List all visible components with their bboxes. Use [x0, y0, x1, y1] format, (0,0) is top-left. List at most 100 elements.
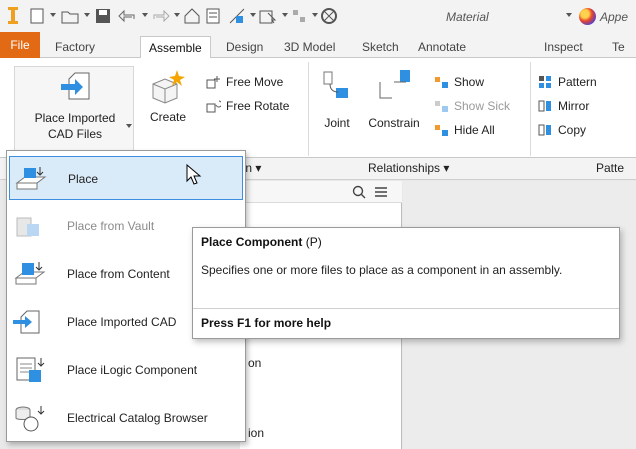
place-imported-icon [13, 310, 40, 334]
create-component-icon [152, 70, 185, 104]
place-imported-label-1: Place Imported [34, 111, 116, 125]
mirror-icon [538, 100, 551, 112]
hide-all-icon [435, 125, 448, 136]
free-rotate-icon [206, 100, 221, 113]
constrain-button[interactable]: Constrain [362, 66, 426, 136]
browser-header [240, 181, 402, 203]
ribbon-separator [530, 62, 531, 156]
mouse-cursor-icon [186, 164, 202, 185]
hide-all-label: Hide All [454, 123, 495, 137]
show-button[interactable]: Show [432, 72, 484, 92]
panel-relationships-label[interactable]: Relationships ▾ [368, 161, 449, 175]
place-imported-label-2: CAD Files [47, 127, 102, 141]
tooltip-divider [193, 308, 619, 309]
menu-item-label: Place iLogic Component [67, 363, 198, 377]
tooltip-title: Place Component [201, 235, 303, 249]
menu-item-label: Place from Content [67, 267, 170, 281]
vault-icon [16, 217, 39, 237]
sketch-icon[interactable] [290, 7, 308, 25]
inventor-logo-icon[interactable] [6, 4, 20, 26]
content-center-icon [14, 262, 46, 285]
cross-section-icon[interactable] [320, 7, 338, 25]
tab-file[interactable]: File [0, 32, 40, 58]
copy-icon [538, 124, 551, 136]
menu-item-place[interactable]: Place [9, 156, 243, 200]
sketch-dropdown-icon[interactable] [312, 13, 318, 17]
open-dropdown-icon[interactable] [84, 13, 90, 17]
place-imported-cad-button[interactable]: Place Imported CAD Files [14, 66, 134, 154]
menu-item-place-ilogic[interactable]: Place iLogic Component [9, 348, 243, 392]
ribbon-panel: Place Imported CAD Files Create Free Mov… [0, 58, 636, 158]
free-rotate-label: Free Rotate [226, 99, 290, 113]
quick-access-toolbar: Material Appe [0, 0, 636, 32]
browser-node-fragment[interactable]: on [248, 356, 261, 370]
pattern-label: Pattern [558, 75, 597, 89]
tab-3d-model[interactable]: 3D Model [276, 36, 343, 58]
tab-factory[interactable]: Factory [47, 36, 103, 58]
show-label: Show [454, 75, 485, 89]
place-imported-icon [61, 72, 90, 100]
hamburger-menu-icon[interactable] [374, 185, 388, 199]
ilogic-component-icon [16, 357, 45, 382]
constrain-icon [379, 70, 410, 99]
menu-item-label: Place Imported CAD [67, 315, 177, 329]
undo-dropdown-icon[interactable] [142, 13, 148, 17]
measure-dropdown-icon[interactable] [250, 13, 256, 17]
menu-item-electrical-catalog[interactable]: Electrical Catalog Browser [9, 396, 243, 440]
tooltip-title-row: Place Component (P) [201, 235, 322, 249]
menu-item-label: Place from Vault [67, 219, 155, 233]
appearance-value: Appe [600, 10, 629, 24]
hide-all-button[interactable]: Hide All [432, 120, 495, 140]
constrain-label: Constrain [368, 116, 420, 130]
copy-label: Copy [558, 123, 587, 137]
measure-icon[interactable] [228, 7, 246, 25]
material-select[interactable]: Material [440, 7, 560, 27]
tooltip-shortcut: (P) [305, 235, 322, 249]
home-icon[interactable] [183, 7, 201, 25]
joint-icon [323, 71, 348, 98]
free-rotate-button[interactable]: Free Rotate [204, 96, 289, 116]
browser-node-fragment[interactable]: ion [248, 426, 264, 440]
place-component-icon [15, 167, 47, 190]
create-label: Create [149, 110, 187, 124]
tab-sketch[interactable]: Sketch [354, 36, 407, 58]
copy-button[interactable]: Copy [536, 120, 586, 140]
show-sick-button: Show Sick [432, 96, 510, 116]
select-icon[interactable] [258, 7, 278, 25]
panel-pattern-label[interactable]: Patte [596, 161, 624, 175]
mirror-button[interactable]: Mirror [536, 96, 589, 116]
select-dropdown-icon[interactable] [282, 13, 288, 17]
tooltip-help: Press F1 for more help [201, 316, 332, 330]
tooltip-description: Specifies one or more files to place as … [201, 263, 563, 277]
mirror-label: Mirror [558, 99, 590, 113]
tab-annotate[interactable]: Annotate [410, 36, 474, 58]
create-button[interactable]: Create [143, 66, 193, 154]
tab-design[interactable]: Design [218, 36, 271, 58]
redo-dropdown-icon[interactable] [174, 13, 180, 17]
free-move-icon [206, 76, 220, 89]
electrical-catalog-icon [15, 406, 45, 432]
pattern-icon [539, 76, 551, 88]
redo-icon[interactable] [150, 7, 170, 25]
menu-item-label: Place [68, 172, 99, 186]
search-icon[interactable] [352, 185, 366, 199]
menu-item-label: Electrical Catalog Browser [67, 411, 208, 425]
tab-inspect[interactable]: Inspect [536, 36, 591, 58]
place-dropdown-icon[interactable] [126, 124, 132, 128]
appearance-ball-icon [579, 8, 596, 25]
appearance-select[interactable]: Appe [576, 7, 636, 27]
tab-tools[interactable]: Te [604, 36, 633, 58]
joint-button[interactable]: Joint [314, 66, 360, 136]
open-folder-icon[interactable] [60, 7, 80, 25]
place-component-tooltip: Place Component (P) Specifies one or mor… [192, 227, 620, 339]
properties-icon[interactable] [204, 7, 222, 25]
new-file-icon[interactable] [28, 7, 46, 25]
pattern-button[interactable]: Pattern [536, 72, 597, 92]
new-dropdown-icon[interactable] [50, 13, 56, 17]
tab-assemble[interactable]: Assemble [140, 36, 211, 59]
material-dropdown-icon[interactable] [566, 13, 572, 17]
undo-icon[interactable] [118, 7, 138, 25]
save-icon[interactable] [94, 7, 112, 25]
show-sick-label: Show Sick [454, 99, 511, 113]
free-move-button[interactable]: Free Move [204, 72, 283, 92]
